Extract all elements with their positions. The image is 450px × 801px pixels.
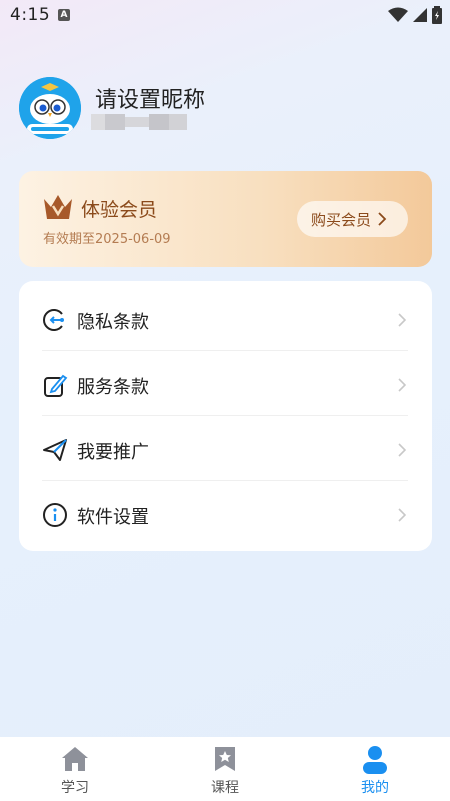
notification-icon: A <box>58 9 70 21</box>
tab-label: 课程 <box>211 780 239 796</box>
wifi-icon <box>388 7 408 22</box>
tab-courses[interactable]: 课程 <box>150 737 300 801</box>
tab-label: 我的 <box>361 780 389 796</box>
menu-label: 我要推广 <box>77 442 149 463</box>
chevron-right-icon <box>378 212 387 226</box>
menu-label: 服务条款 <box>77 377 149 398</box>
avatar[interactable] <box>19 77 81 139</box>
bookmark-icon <box>215 747 235 771</box>
chevron-right-icon <box>398 508 406 522</box>
menu-item-software-settings[interactable]: 软件设置 <box>19 481 432 546</box>
send-icon <box>43 439 67 461</box>
menu-label: 隐私条款 <box>77 312 149 333</box>
signal-icon <box>413 8 427 22</box>
vip-title: 体验会员 <box>81 199 158 221</box>
profile-header[interactable]: 请设置昵称 <box>19 77 431 141</box>
tab-study[interactable]: 学习 <box>0 737 150 801</box>
status-icons <box>388 6 442 24</box>
menu-item-promote[interactable]: 我要推广 <box>19 416 432 481</box>
tab-mine[interactable]: 我的 <box>300 737 450 801</box>
nickname[interactable]: 请设置昵称 <box>95 82 205 114</box>
service-terms-icon <box>44 374 68 397</box>
profile-icon <box>363 746 387 774</box>
chevron-right-icon <box>398 313 406 327</box>
home-icon <box>62 747 88 771</box>
battery-icon <box>432 6 442 24</box>
chevron-right-icon <box>398 443 406 457</box>
crown-icon <box>44 195 72 219</box>
menu-item-service-terms[interactable]: 服务条款 <box>19 351 432 416</box>
chevron-right-icon <box>398 378 406 392</box>
buy-vip-label: 购买会员 <box>311 210 372 229</box>
menu-item-privacy[interactable]: 隐私条款 <box>19 286 432 351</box>
privacy-icon <box>43 309 64 331</box>
bottom-tab-bar: 学习 课程 我的 <box>0 737 450 801</box>
user-id-redacted <box>91 114 187 130</box>
info-icon <box>43 503 67 527</box>
vip-card[interactable]: 体验会员 有效期至2025-06-09 购买会员 <box>19 171 432 267</box>
vip-expire-date: 有效期至2025-06-09 <box>43 232 171 247</box>
status-bar: 4:15 A <box>0 0 450 32</box>
menu-label: 软件设置 <box>77 507 149 528</box>
owl-mascot-icon <box>19 77 81 139</box>
tab-label: 学习 <box>61 780 89 796</box>
status-time: 4:15 <box>10 5 51 25</box>
settings-menu: 隐私条款 服务条款 我要推广 软件设置 <box>19 281 432 551</box>
buy-vip-button[interactable]: 购买会员 <box>297 201 408 237</box>
